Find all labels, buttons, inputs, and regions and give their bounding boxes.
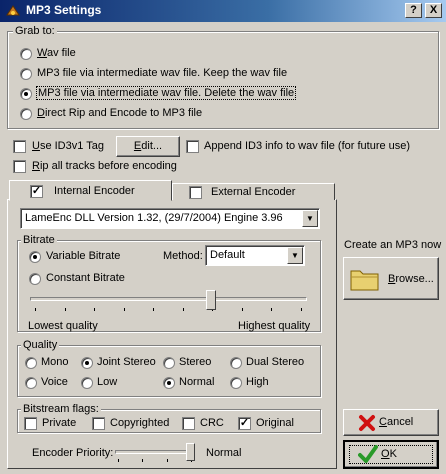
close-button[interactable]: X bbox=[425, 3, 442, 18]
radio-constant-bitrate[interactable] bbox=[29, 273, 41, 285]
radio-wav-file[interactable] bbox=[20, 48, 32, 60]
cancel-x-icon bbox=[359, 415, 375, 431]
quality-legend: Quality bbox=[21, 339, 60, 351]
private-label[interactable]: Private bbox=[42, 417, 76, 429]
original-checkbox[interactable]: ✓ bbox=[238, 417, 251, 430]
rip-all-label[interactable]: Rip all tracks before encoding bbox=[32, 160, 177, 172]
private-checkbox[interactable] bbox=[24, 417, 37, 430]
help-button[interactable]: ? bbox=[405, 3, 422, 18]
mono-label[interactable]: Mono bbox=[41, 356, 69, 368]
create-mp3-label: Create an MP3 now bbox=[344, 239, 442, 251]
browse-button[interactable]: Browse... bbox=[343, 257, 439, 300]
bitrate-legend: Bitrate bbox=[21, 234, 57, 246]
encoder-select-value: LameEnc DLL Version 1.32, (29/7/2004) En… bbox=[25, 212, 283, 224]
slider-tick bbox=[242, 308, 243, 311]
low-label[interactable]: Low bbox=[97, 376, 117, 388]
voice-label[interactable]: Voice bbox=[41, 376, 68, 388]
bitrate-slider-ticks bbox=[35, 308, 302, 312]
encoder-priority-label: Encoder Priority: bbox=[32, 447, 114, 459]
copyrighted-checkbox[interactable] bbox=[92, 417, 105, 430]
slider-tick bbox=[301, 308, 302, 311]
radio-high[interactable] bbox=[230, 377, 242, 389]
radio-mp3-delete-wav-label[interactable]: MP3 file via intermediate wav file. Dele… bbox=[36, 86, 297, 100]
normal-label[interactable]: Normal bbox=[179, 376, 214, 388]
radio-dual-stereo[interactable] bbox=[230, 357, 242, 369]
browse-button-label: Browse... bbox=[388, 273, 434, 285]
radio-normal[interactable] bbox=[163, 377, 175, 389]
stereo-label[interactable]: Stereo bbox=[179, 356, 211, 368]
slider-tick bbox=[94, 308, 95, 311]
chevron-down-icon[interactable]: ▼ bbox=[287, 247, 303, 264]
crc-label[interactable]: CRC bbox=[200, 417, 224, 429]
radio-voice[interactable] bbox=[25, 377, 37, 389]
quality-group bbox=[17, 345, 321, 397]
copyrighted-label[interactable]: Copyrighted bbox=[110, 417, 169, 429]
chevron-down-icon[interactable]: ▼ bbox=[302, 210, 318, 227]
slider-tick bbox=[65, 308, 66, 311]
folder-icon bbox=[350, 270, 379, 291]
bitrate-slider-thumb[interactable] bbox=[206, 290, 216, 310]
slider-tick bbox=[183, 308, 184, 311]
ok-button-label: OK bbox=[381, 448, 397, 460]
high-label[interactable]: High bbox=[246, 376, 269, 388]
radio-variable-bitrate[interactable] bbox=[29, 251, 41, 263]
radio-mp3-keep-wav[interactable] bbox=[20, 68, 32, 80]
internal-encoder-checkbox[interactable]: ✓ bbox=[30, 185, 43, 198]
ok-button[interactable]: OK bbox=[343, 440, 439, 469]
priority-slider-ticks bbox=[118, 459, 192, 463]
tab-external-encoder[interactable]: External Encoder bbox=[172, 183, 335, 200]
append-id3-label[interactable]: Append ID3 info to wav file (for future … bbox=[204, 140, 410, 152]
checkmark-icon bbox=[358, 445, 378, 463]
encoder-select[interactable]: LameEnc DLL Version 1.32, (29/7/2004) En… bbox=[20, 208, 320, 229]
priority-slider-track[interactable] bbox=[115, 450, 195, 454]
grab-to-legend: Grab to: bbox=[13, 25, 57, 37]
app-icon bbox=[6, 5, 20, 16]
rip-all-checkbox[interactable] bbox=[13, 160, 26, 173]
slider-tick bbox=[142, 459, 143, 462]
radio-mp3-delete-wav[interactable] bbox=[20, 88, 32, 100]
use-id3v1-label[interactable]: Use ID3v1 Tag bbox=[32, 140, 104, 152]
variable-bitrate-label[interactable]: Variable Bitrate bbox=[46, 250, 120, 262]
slider-tick bbox=[118, 459, 119, 462]
window-title: MP3 Settings bbox=[26, 3, 102, 17]
cancel-button[interactable]: Cancel bbox=[343, 409, 439, 436]
constant-bitrate-label[interactable]: Constant Bitrate bbox=[46, 272, 125, 284]
bitstream-flags-legend: Bitstream flags: bbox=[21, 403, 101, 415]
highest-quality-label: Highest quality bbox=[238, 320, 311, 332]
radio-low[interactable] bbox=[81, 377, 93, 389]
dual-stereo-label[interactable]: Dual Stereo bbox=[246, 356, 304, 368]
slider-tick bbox=[153, 308, 154, 311]
radio-mp3-keep-wav-label[interactable]: MP3 file via intermediate wav file. Keep… bbox=[37, 67, 287, 79]
tab-external-encoder-label[interactable]: External Encoder bbox=[211, 186, 295, 198]
method-select-value: Default bbox=[210, 249, 245, 261]
radio-mono[interactable] bbox=[25, 357, 37, 369]
joint-stereo-label[interactable]: Joint Stereo bbox=[97, 356, 156, 368]
radio-stereo[interactable] bbox=[163, 357, 175, 369]
radio-joint-stereo[interactable] bbox=[81, 357, 93, 369]
crc-checkbox[interactable] bbox=[182, 417, 195, 430]
tab-internal-encoder[interactable]: ✓ Internal Encoder bbox=[9, 180, 172, 201]
lowest-quality-label: Lowest quality bbox=[28, 320, 98, 332]
radio-wav-file-label[interactable]: Wav file bbox=[37, 47, 76, 59]
method-select[interactable]: Default ▼ bbox=[205, 245, 305, 266]
radio-direct-rip[interactable] bbox=[20, 108, 32, 120]
slider-tick bbox=[124, 308, 125, 311]
radio-direct-rip-label[interactable]: Direct Rip and Encode to MP3 file bbox=[37, 107, 202, 119]
external-encoder-checkbox[interactable] bbox=[189, 186, 202, 199]
bitrate-slider-track[interactable] bbox=[30, 297, 307, 301]
use-id3v1-checkbox[interactable] bbox=[13, 140, 26, 153]
cancel-button-label: Cancel bbox=[379, 416, 414, 428]
slider-tick bbox=[167, 459, 168, 462]
tab-internal-encoder-label[interactable]: Internal Encoder bbox=[54, 185, 135, 197]
original-label[interactable]: Original bbox=[256, 417, 294, 429]
append-id3-checkbox[interactable] bbox=[186, 140, 199, 153]
priority-value: Normal bbox=[206, 447, 242, 459]
slider-tick bbox=[271, 308, 272, 311]
edit-button[interactable]: Edit... bbox=[116, 136, 180, 157]
slider-tick bbox=[35, 308, 36, 311]
priority-slider-thumb[interactable] bbox=[186, 443, 195, 461]
method-label: Method: bbox=[163, 250, 203, 262]
